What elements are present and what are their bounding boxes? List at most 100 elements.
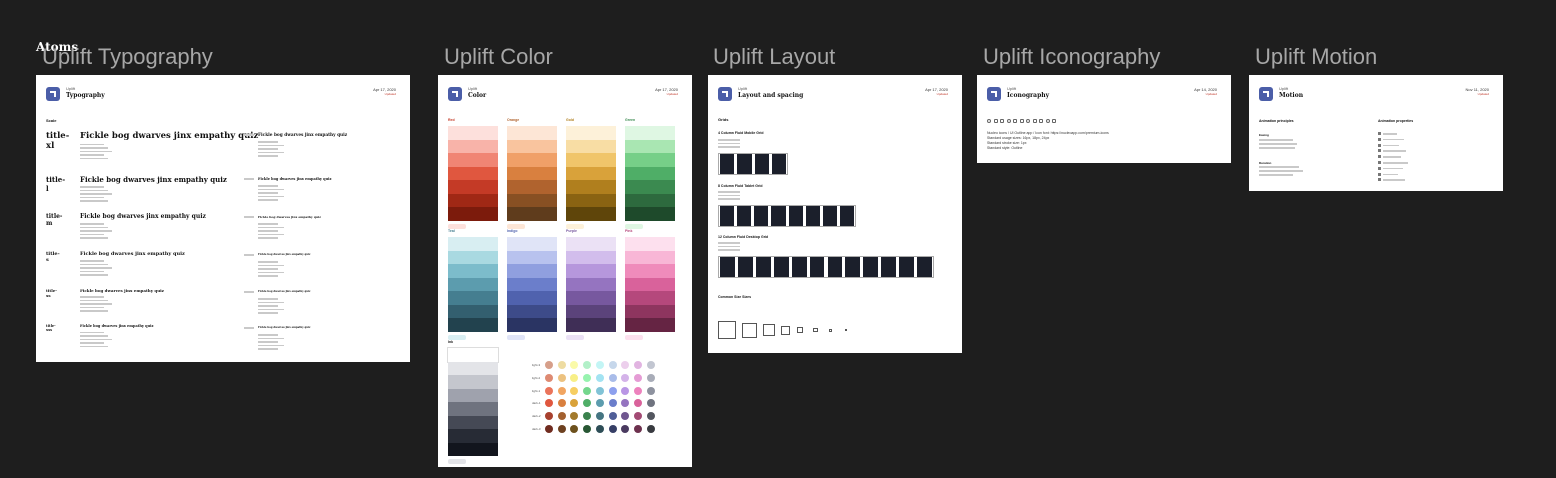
color-swatch[interactable] — [507, 318, 557, 332]
color-swatch[interactable] — [448, 442, 498, 456]
color-swatch[interactable] — [507, 277, 557, 291]
color-swatch[interactable] — [448, 304, 498, 318]
type-spec-lines — [80, 223, 112, 241]
color-swatch[interactable] — [625, 264, 675, 278]
color-swatch[interactable] — [448, 180, 498, 194]
typography-frame[interactable]: Uplift Typography Apr 17, 2020 Updated S… — [36, 75, 410, 362]
color-swatch[interactable] — [448, 166, 498, 180]
color-swatch[interactable] — [448, 250, 498, 264]
color-swatch[interactable] — [507, 153, 557, 167]
color-swatch[interactable] — [507, 250, 557, 264]
color-swatch[interactable] — [448, 193, 498, 207]
uplift-logo-icon — [448, 87, 462, 101]
color-swatch[interactable] — [507, 166, 557, 180]
color-swatch[interactable] — [507, 237, 557, 251]
color-swatch[interactable] — [625, 207, 675, 221]
color-dot — [583, 399, 592, 408]
icon-sample-icon — [1045, 119, 1050, 123]
color-swatch[interactable] — [448, 207, 498, 221]
color-swatch[interactable] — [566, 291, 616, 305]
color-swatch[interactable] — [625, 237, 675, 251]
size-square — [797, 327, 803, 333]
color-swatch[interactable] — [448, 415, 498, 429]
frame-title-color[interactable]: Uplift Color — [444, 44, 553, 70]
color-swatch[interactable] — [507, 264, 557, 278]
color-swatch[interactable] — [507, 180, 557, 194]
color-dot — [545, 425, 553, 433]
motion-frame[interactable]: Uplift Motion Nov 11, 2020 Updated Anima… — [1249, 75, 1503, 191]
frame-title-iconography[interactable]: Uplift Iconography — [983, 44, 1160, 70]
layout-frame[interactable]: Uplift Layout and spacing Apr 17, 2020 U… — [708, 75, 962, 353]
color-frame[interactable]: Uplift Color Apr 17, 2020 Updated Red Ora… — [438, 75, 692, 467]
frame-title-typography[interactable]: Uplift Typography — [42, 44, 213, 70]
color-dot — [570, 373, 579, 382]
color-swatch[interactable] — [448, 318, 498, 332]
color-swatch[interactable] — [448, 291, 498, 305]
color-swatch[interactable] — [625, 304, 675, 318]
color-swatch[interactable] — [507, 207, 557, 221]
color-swatch[interactable] — [566, 180, 616, 194]
grid-column — [720, 257, 735, 277]
placeholder-line — [1383, 133, 1397, 135]
frame-status: Updated — [936, 92, 948, 96]
color-swatch[interactable] — [448, 429, 498, 443]
color-swatch[interactable] — [566, 193, 616, 207]
color-swatch[interactable] — [507, 126, 557, 140]
color-swatch[interactable] — [507, 304, 557, 318]
color-swatch[interactable] — [507, 139, 557, 153]
color-swatch[interactable] — [625, 318, 675, 332]
frame-title-layout[interactable]: Uplift Layout — [713, 44, 835, 70]
color-swatch[interactable] — [566, 166, 616, 180]
color-swatch[interactable] — [447, 347, 499, 363]
color-swatch[interactable] — [566, 264, 616, 278]
color-swatch[interactable] — [566, 277, 616, 291]
placeholder-line — [80, 274, 108, 276]
color-swatch[interactable] — [625, 180, 675, 194]
color-swatch[interactable] — [625, 166, 675, 180]
property-bullet-icon — [1378, 161, 1381, 164]
color-swatch[interactable] — [566, 250, 616, 264]
color-swatch[interactable] — [448, 126, 498, 140]
color-swatch[interactable] — [566, 139, 616, 153]
placeholder-line — [1259, 170, 1303, 172]
color-swatch[interactable] — [448, 388, 498, 402]
size-square — [781, 325, 790, 335]
color-dot — [608, 412, 617, 421]
color-swatch[interactable] — [448, 139, 498, 153]
color-swatch[interactable] — [448, 402, 498, 416]
placeholder-line — [258, 348, 278, 350]
color-swatch[interactable] — [625, 193, 675, 207]
color-swatch[interactable] — [566, 304, 616, 318]
color-swatch[interactable] — [566, 237, 616, 251]
color-swatch[interactable] — [507, 291, 557, 305]
color-swatch[interactable] — [566, 207, 616, 221]
color-swatch[interactable] — [448, 361, 498, 375]
grid-column — [881, 257, 897, 277]
color-swatch[interactable] — [448, 153, 498, 167]
color-swatch[interactable] — [507, 193, 557, 207]
color-swatch[interactable] — [625, 250, 675, 264]
color-swatch[interactable] — [625, 153, 675, 167]
color-group-footer — [566, 334, 616, 342]
color-swatch[interactable] — [566, 126, 616, 140]
iconography-frame[interactable]: Uplift Iconography Apr 14, 2020 Updated … — [977, 75, 1231, 163]
icon-sample-icon — [1052, 119, 1056, 123]
type-spec-lines — [80, 186, 112, 204]
color-dot — [595, 373, 604, 382]
color-swatch[interactable] — [566, 153, 616, 167]
placeholder-line — [80, 335, 108, 337]
placeholder-line — [1259, 166, 1299, 168]
placeholder-line — [258, 298, 278, 300]
dot-row-label: dark-3 — [532, 427, 541, 431]
color-swatch[interactable] — [566, 318, 616, 332]
color-swatch[interactable] — [625, 277, 675, 291]
color-swatch[interactable] — [625, 126, 675, 140]
color-swatch[interactable] — [625, 139, 675, 153]
color-swatch[interactable] — [448, 237, 498, 251]
color-swatch[interactable] — [448, 264, 498, 278]
frame-header-title: Layout and spacing — [738, 92, 804, 99]
color-swatch[interactable] — [625, 291, 675, 305]
color-swatch[interactable] — [448, 277, 498, 291]
color-swatch[interactable] — [448, 375, 498, 389]
frame-title-motion[interactable]: Uplift Motion — [1255, 44, 1377, 70]
